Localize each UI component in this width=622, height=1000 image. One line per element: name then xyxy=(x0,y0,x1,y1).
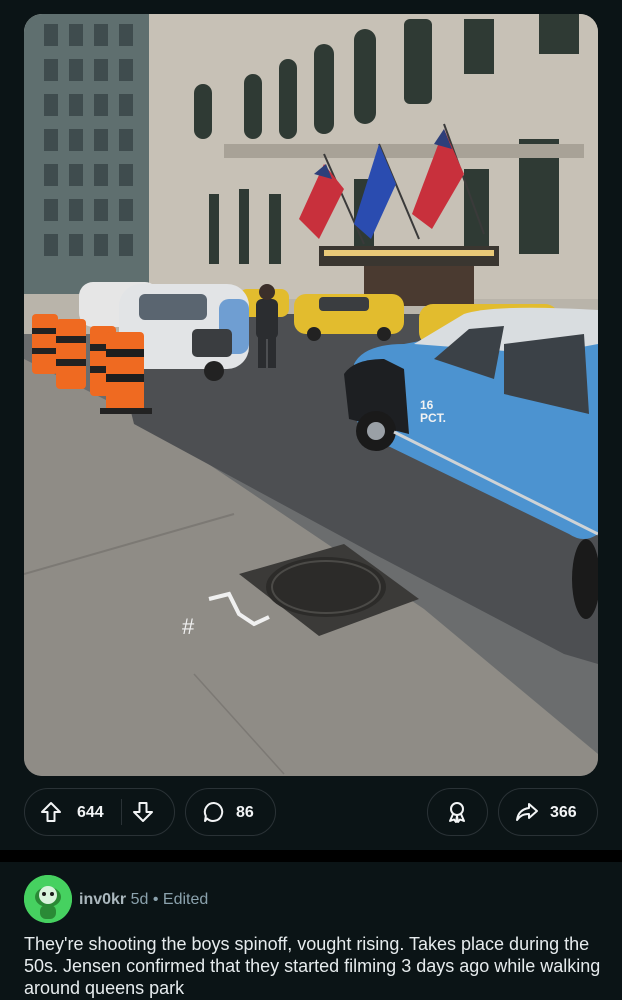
svg-text:PCT.: PCT. xyxy=(420,411,446,425)
comment-username[interactable]: inv0kr xyxy=(79,891,126,908)
comment: inv0kr 5d • Edited They're shooting the … xyxy=(0,862,622,1000)
share-arrow-icon xyxy=(515,800,539,829)
comments-button[interactable]: 86 xyxy=(185,788,276,836)
downvote-arrow-icon[interactable] xyxy=(131,800,155,829)
street-photo: 16 PCT. # xyxy=(24,14,598,776)
comment-meta: inv0kr 5d • Edited xyxy=(79,891,208,909)
comment-count: 86 xyxy=(236,804,254,821)
vote-separator xyxy=(121,799,122,825)
post-action-bar: 644 86 366 xyxy=(24,788,598,838)
comment-age: 5d xyxy=(130,891,149,908)
snoo-avatar-icon xyxy=(24,875,72,923)
upvote-arrow-icon[interactable] xyxy=(39,800,63,829)
award-button[interactable] xyxy=(427,788,488,836)
meta-dot: • xyxy=(152,891,159,908)
share-button[interactable]: 366 xyxy=(498,788,598,836)
post-card: 16 PCT. # 644 86 366 xyxy=(0,0,622,850)
comment-bubble-icon xyxy=(202,800,226,829)
vote-control: 644 xyxy=(24,788,175,836)
section-divider xyxy=(0,850,622,862)
edited-label: Edited xyxy=(162,891,209,908)
car-door-number: 16 xyxy=(420,398,434,412)
post-image[interactable]: 16 PCT. # xyxy=(24,14,598,776)
share-count: 366 xyxy=(550,804,577,821)
comment-body: They're shooting the boys spinoff, vough… xyxy=(24,934,601,998)
pavement-mark: # xyxy=(182,614,195,639)
avatar[interactable] xyxy=(24,875,72,923)
upvote-count: 644 xyxy=(77,804,104,821)
award-icon xyxy=(445,800,469,829)
